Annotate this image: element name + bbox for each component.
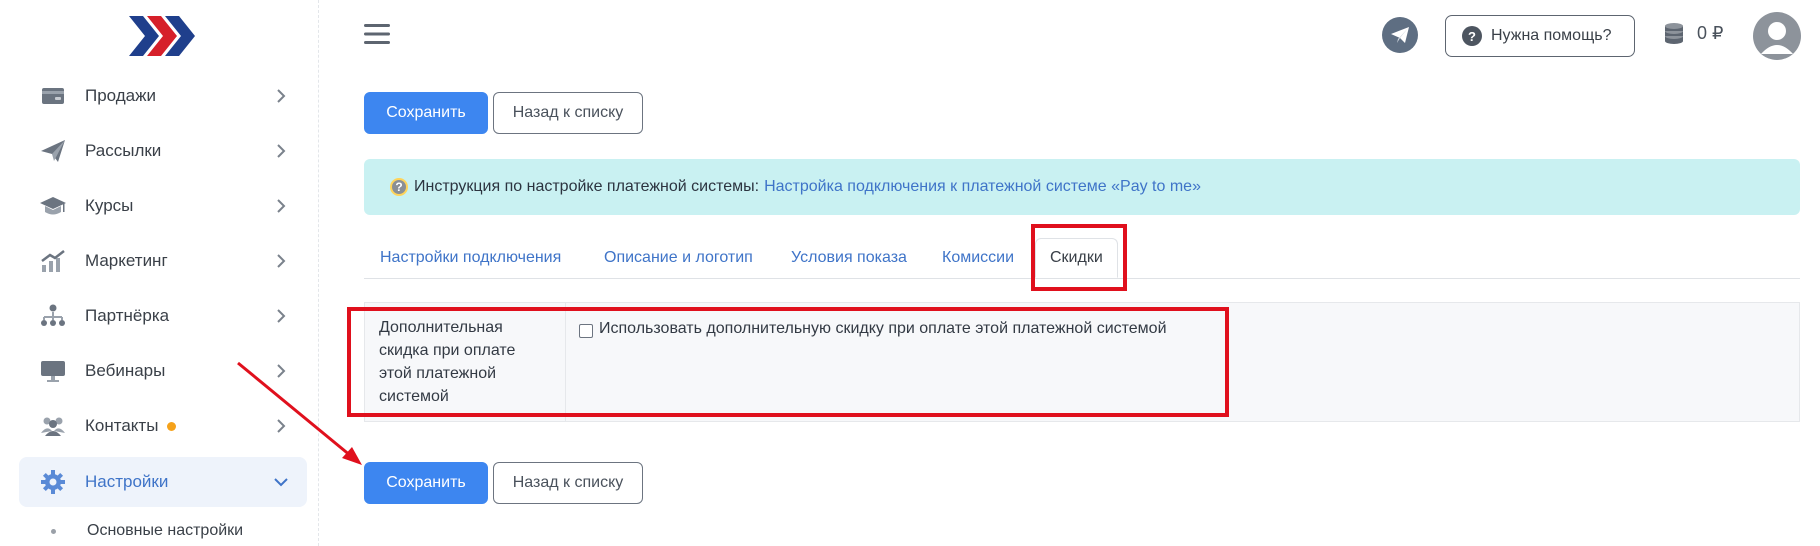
sidebar-item-settings[interactable]: Настройки: [19, 457, 307, 507]
sidebar-item-label: Продажи: [85, 86, 156, 105]
help-button-label: Нужна помощь?: [1491, 27, 1612, 44]
wallet-icon: [39, 82, 67, 110]
sidebar-item-label: Настройки: [85, 472, 169, 491]
sidebar: Продажи Рассылки Курсы Маркетинг Партнёр…: [5, 0, 319, 546]
sidebar-item-label: Рассылки: [85, 141, 162, 160]
sidebar-item-partners[interactable]: Партнёрка: [19, 291, 307, 341]
sidebar-item-sales[interactable]: Продажи: [19, 71, 307, 121]
chevron-right-icon: [277, 89, 286, 103]
logo: [129, 16, 195, 56]
discount-field-label: Дополнительная скидка при оплате этой пл…: [365, 303, 566, 421]
coins-icon: [1665, 23, 1683, 44]
user-avatar[interactable]: [1753, 12, 1801, 60]
partner-network-icon: [39, 302, 67, 330]
banner-text: Инструкция по настройке платежной систем…: [414, 178, 760, 195]
monitor-icon: [39, 357, 67, 385]
balance-value: 0 ₽: [1697, 22, 1724, 43]
save-button-top[interactable]: Сохранить: [364, 92, 488, 134]
sidebar-item-contacts[interactable]: Контакты: [19, 401, 307, 451]
balance[interactable]: 0 ₽: [1663, 21, 1723, 45]
save-button-bottom[interactable]: Сохранить: [364, 462, 488, 504]
sidebar-item-label: Курсы: [85, 196, 134, 215]
discount-form-row: Дополнительная скидка при оплате этой пл…: [364, 302, 1800, 422]
sidebar-item-webinars[interactable]: Вебинары: [19, 346, 307, 396]
back-to-list-button-top[interactable]: Назад к списку: [493, 92, 643, 134]
discount-checkbox-field[interactable]: Использовать дополнительную скидку при о…: [579, 320, 1167, 338]
tab-discounts[interactable]: Скидки: [1035, 238, 1118, 278]
users-icon: [39, 412, 67, 440]
chevron-right-icon: [277, 419, 286, 433]
chevron-right-icon: [277, 364, 286, 378]
bullet-icon: [51, 528, 56, 534]
question-circle-icon: ?: [390, 178, 408, 196]
tab-commissions[interactable]: Комиссии: [942, 239, 1014, 277]
sidebar-item-label: Вебинары: [85, 361, 166, 380]
help-button[interactable]: ? Нужна помощь?: [1445, 15, 1635, 57]
gear-icon: [39, 468, 67, 496]
telegram-icon: [1391, 27, 1409, 43]
graduation-cap-icon: [39, 192, 67, 220]
chevron-right-icon: [277, 309, 286, 323]
chart-growth-icon: [39, 247, 67, 275]
discount-checkbox[interactable]: [579, 323, 593, 338]
sidebar-subitem-label: Основные настройки: [87, 522, 244, 539]
sidebar-item-mailings[interactable]: Рассылки: [19, 126, 307, 176]
sidebar-subitem-main-settings[interactable]: Основные настройки: [51, 522, 243, 540]
tab-display-conditions[interactable]: Условия показа: [791, 239, 907, 277]
discount-checkbox-label[interactable]: Использовать дополнительную скидку при о…: [599, 320, 1167, 338]
notification-dot: [167, 422, 177, 431]
sidebar-item-courses[interactable]: Курсы: [19, 181, 307, 231]
question-icon: ?: [1462, 26, 1482, 46]
sidebar-item-label: Контакты: [85, 416, 159, 435]
chevron-right-icon: [277, 144, 286, 158]
tab-description-logo[interactable]: Описание и логотип: [604, 239, 753, 277]
paper-plane-icon: [39, 137, 67, 165]
chevron-down-icon: [274, 478, 288, 487]
back-to-list-button-bottom[interactable]: Назад к списку: [493, 462, 643, 504]
sidebar-item-label: Партнёрка: [85, 306, 170, 325]
telegram-button[interactable]: [1382, 17, 1418, 53]
instruction-banner: ? Инструкция по настройке платежной сист…: [364, 159, 1800, 215]
user-icon: [1761, 22, 1793, 54]
sidebar-item-label: Маркетинг: [85, 251, 168, 270]
tabs-divider: [364, 278, 1800, 279]
hamburger-menu-icon[interactable]: [364, 22, 390, 46]
chevron-right-icon: [277, 199, 286, 213]
instruction-link[interactable]: Настройка подключения к платежной систем…: [764, 178, 1201, 196]
sidebar-item-marketing[interactable]: Маркетинг: [19, 236, 307, 286]
chevron-right-icon: [277, 254, 286, 268]
tab-connection-settings[interactable]: Настройки подключения: [380, 239, 561, 277]
